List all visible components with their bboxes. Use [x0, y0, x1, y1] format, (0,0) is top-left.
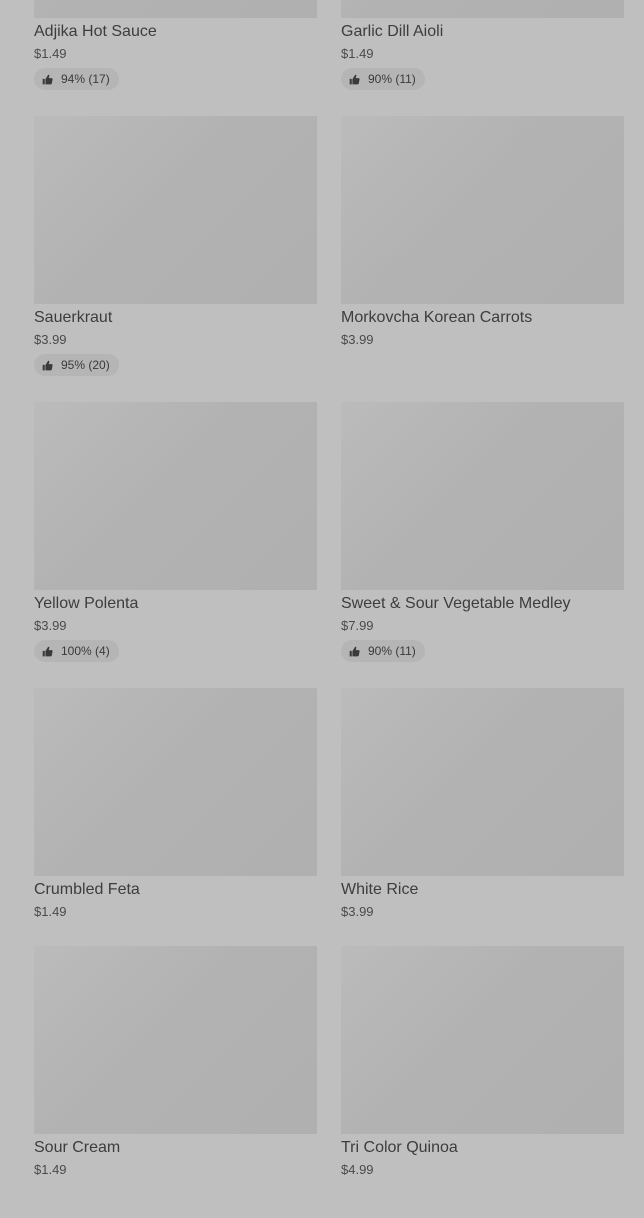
product-name[interactable]: Garlic Dill Aioli: [341, 22, 443, 42]
product-card[interactable]: Crumbled Feta $1.49: [34, 688, 317, 928]
product-name[interactable]: White Rice: [341, 880, 418, 900]
rating-text: 94% (17): [61, 72, 110, 86]
rating-text: 90% (11): [368, 72, 416, 86]
product-image[interactable]: [341, 402, 624, 590]
product-image[interactable]: [341, 688, 624, 876]
product-grid: Adjika Hot Sauce $1.49 94% (17) Garlic D…: [0, 0, 644, 1218]
product-price: $1.49: [34, 1162, 67, 1177]
product-name[interactable]: Adjika Hot Sauce: [34, 22, 157, 42]
thumbs-up-icon: [42, 646, 53, 657]
product-card[interactable]: White Rice $3.99: [341, 688, 624, 928]
product-image[interactable]: [34, 0, 317, 18]
product-name[interactable]: Yellow Polenta: [34, 594, 138, 614]
product-price: $3.99: [34, 618, 67, 633]
product-price: $4.99: [341, 1162, 374, 1177]
product-image[interactable]: [34, 688, 317, 876]
thumbs-up-icon: [349, 74, 360, 85]
rating-text: 100% (4): [61, 644, 110, 658]
rating-badge: 95% (20): [34, 354, 119, 376]
product-card[interactable]: Yellow Polenta $3.99 100% (4): [34, 402, 317, 667]
product-card[interactable]: Sour Cream $1.49: [34, 946, 317, 1186]
rating-badge: 100% (4): [34, 640, 119, 662]
product-price: $1.49: [34, 46, 67, 61]
product-name[interactable]: Crumbled Feta: [34, 880, 140, 900]
product-price: $3.99: [341, 904, 374, 919]
product-name[interactable]: Tri Color Quinoa: [341, 1138, 458, 1158]
product-card[interactable]: Tri Color Quinoa $4.99: [341, 946, 624, 1186]
product-card[interactable]: Sweet & Sour Vegetable Medley $7.99 90% …: [341, 402, 624, 667]
thumbs-up-icon: [349, 646, 360, 657]
product-image[interactable]: [34, 946, 317, 1134]
product-price: $3.99: [341, 332, 374, 347]
product-price: $1.49: [34, 904, 67, 919]
rating-badge: 90% (11): [341, 68, 425, 90]
product-image[interactable]: [34, 116, 317, 304]
product-name[interactable]: Sour Cream: [34, 1138, 120, 1158]
thumbs-up-icon: [42, 74, 53, 85]
product-card[interactable]: Morkovcha Korean Carrots $3.99: [341, 116, 624, 381]
product-image[interactable]: [341, 0, 624, 18]
rating-text: 95% (20): [61, 358, 110, 372]
thumbs-up-icon: [42, 360, 53, 371]
product-price: $1.49: [341, 46, 374, 61]
product-name[interactable]: Morkovcha Korean Carrots: [341, 308, 532, 328]
product-image[interactable]: [34, 402, 317, 590]
product-card[interactable]: Sauerkraut $3.99 95% (20): [34, 116, 317, 381]
product-card[interactable]: Adjika Hot Sauce $1.49 94% (17): [34, 0, 317, 95]
product-card[interactable]: Garlic Dill Aioli $1.49 90% (11): [341, 0, 624, 95]
product-name[interactable]: Sweet & Sour Vegetable Medley: [341, 594, 570, 614]
rating-badge: 94% (17): [34, 68, 119, 90]
product-price: $3.99: [34, 332, 67, 347]
product-image[interactable]: [341, 116, 624, 304]
product-image[interactable]: [341, 946, 624, 1134]
rating-text: 90% (11): [368, 644, 416, 658]
rating-badge: 90% (11): [341, 640, 425, 662]
product-price: $7.99: [341, 618, 374, 633]
product-name[interactable]: Sauerkraut: [34, 308, 112, 328]
